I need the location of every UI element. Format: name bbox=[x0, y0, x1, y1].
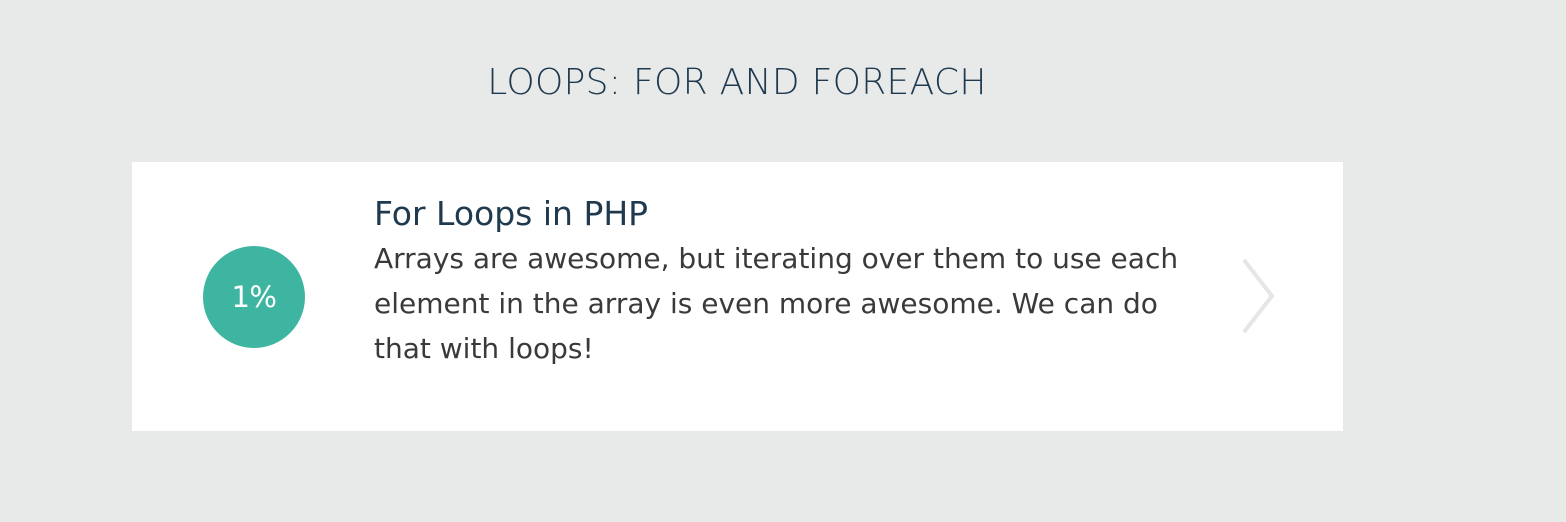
chevron-right-icon[interactable] bbox=[1240, 258, 1280, 334]
lesson-title: For Loops in PHP bbox=[374, 194, 649, 233]
lesson-card[interactable]: 1% For Loops in PHP Arrays are awesome, … bbox=[132, 162, 1343, 431]
section-title: LOOPS: FOR AND FOREACH bbox=[487, 62, 987, 103]
lesson-description: Arrays are awesome, but iterating over t… bbox=[374, 242, 1179, 365]
chevron-right-svg bbox=[1242, 258, 1275, 334]
progress-label: 1% bbox=[231, 280, 277, 314]
lesson-text: For Loops in PHP Arrays are awesome, but… bbox=[374, 194, 1194, 371]
page: { "section": { "title": "LOOPS: FOR AND … bbox=[0, 0, 1566, 522]
progress-badge: 1% bbox=[203, 246, 305, 348]
